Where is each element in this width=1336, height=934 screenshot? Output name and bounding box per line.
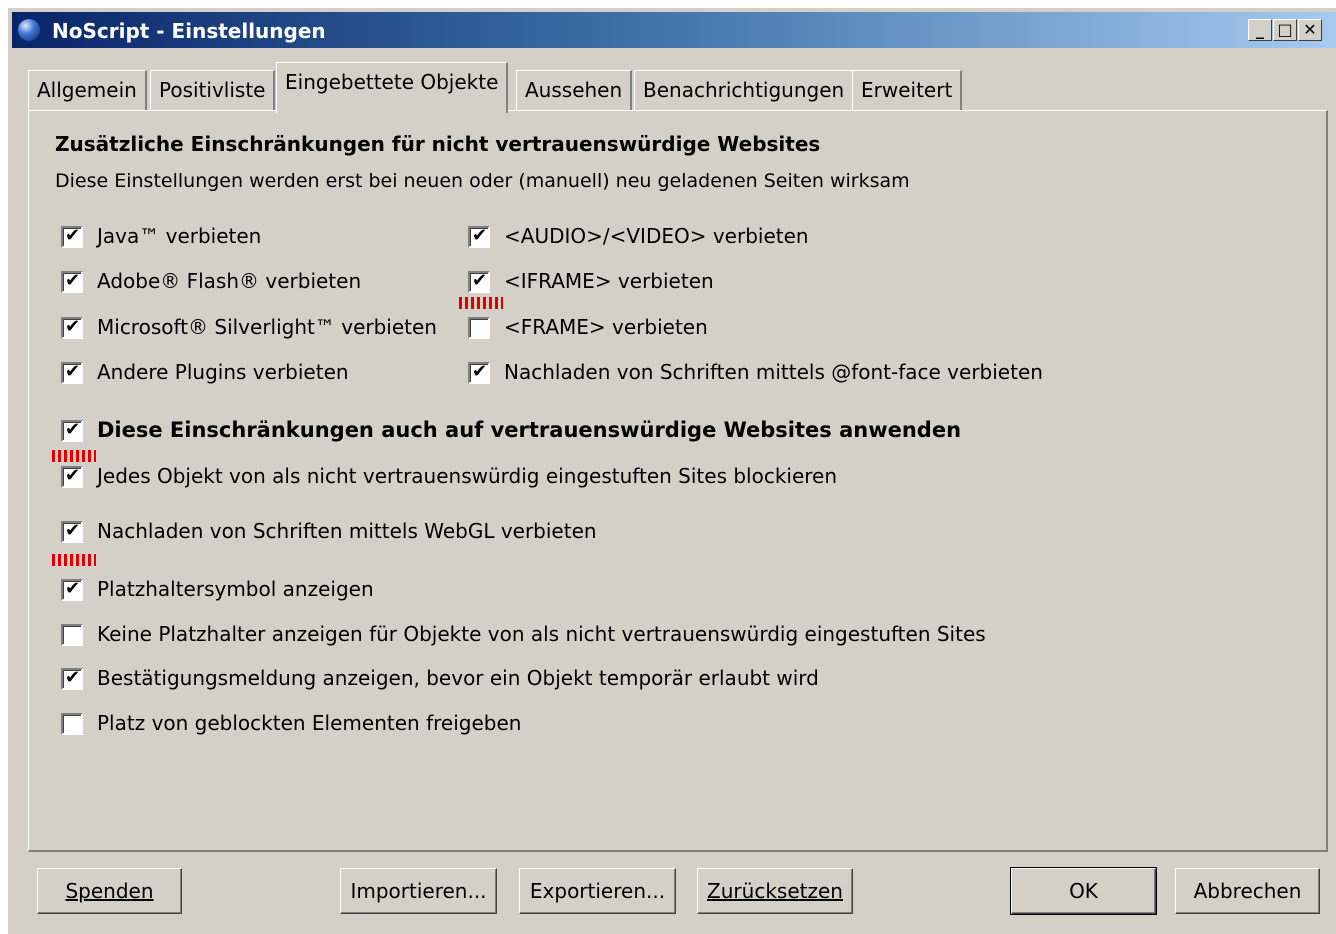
export-button[interactable]: Exportieren... bbox=[519, 868, 676, 914]
cancel-label: Abbrechen bbox=[1193, 879, 1302, 903]
option-label: Nachladen von Schriften mittels @font-fa… bbox=[504, 360, 1043, 384]
checkbox[interactable]: ✔ bbox=[61, 465, 83, 488]
tab-erweitert[interactable]: Erweitert bbox=[852, 70, 963, 110]
checkmark-icon: ✔ bbox=[65, 520, 81, 541]
window-title: NoScript - Einstellungen bbox=[52, 19, 326, 43]
option-label: Andere Plugins verbieten bbox=[97, 360, 349, 384]
checkmark-icon: ✔ bbox=[65, 578, 81, 599]
option-label: Adobe® Flash® verbieten bbox=[97, 269, 362, 293]
annotation-mark bbox=[52, 450, 96, 462]
option-label: Jedes Objekt von als nicht vertrauenswür… bbox=[97, 464, 838, 488]
option-label: <IFRAME> verbieten bbox=[504, 269, 714, 293]
option-label: Microsoft® Silverlight™ verbieten bbox=[97, 315, 437, 339]
checkmark-icon: ✔ bbox=[472, 225, 488, 246]
checkmark-icon: ✔ bbox=[472, 270, 488, 291]
checkbox[interactable]: ✔ bbox=[61, 316, 83, 339]
maximize-icon: □ bbox=[1277, 20, 1293, 39]
checkbox[interactable]: ✔ bbox=[61, 520, 83, 543]
annotation-mark bbox=[52, 554, 96, 566]
ok-button[interactable]: OK bbox=[1010, 867, 1157, 915]
checkmark-icon: ✔ bbox=[65, 225, 81, 246]
checkmark-icon: ✔ bbox=[65, 361, 81, 382]
import-label: Importieren... bbox=[350, 879, 487, 903]
checkmark-icon: ✔ bbox=[65, 316, 81, 337]
checkbox[interactable]: ✔ bbox=[61, 578, 83, 601]
close-icon: ✕ bbox=[1303, 20, 1317, 39]
reset-label: Zurücksetzen bbox=[707, 879, 843, 903]
tab-allgemein[interactable]: Allgemein bbox=[28, 70, 147, 110]
checkbox[interactable]: ✔ bbox=[468, 361, 490, 384]
donate-button[interactable]: Spenden bbox=[37, 868, 182, 914]
checkbox[interactable] bbox=[61, 624, 83, 646]
checkbox[interactable]: ✔ bbox=[468, 270, 490, 293]
noscript-app-icon bbox=[18, 19, 40, 41]
checkmark-icon: ✔ bbox=[65, 667, 81, 688]
checkmark-icon: ✔ bbox=[65, 270, 81, 291]
section-subheading: Diese Einstellungen werden erst bei neue… bbox=[55, 170, 910, 192]
reset-button[interactable]: Zurücksetzen bbox=[697, 868, 853, 914]
close-button[interactable]: ✕ bbox=[1298, 19, 1322, 41]
option-label: Keine Platzhalter anzeigen für Objekte v… bbox=[97, 622, 986, 646]
ok-label: OK bbox=[1069, 879, 1098, 903]
checkbox[interactable] bbox=[61, 713, 83, 735]
minimize-button[interactable]: _ bbox=[1248, 19, 1272, 41]
import-button[interactable]: Importieren... bbox=[340, 868, 497, 914]
tab-benachrichtigungen[interactable]: Benachrichtigungen bbox=[634, 70, 855, 110]
option-label: Java™ verbieten bbox=[97, 224, 262, 248]
option-label: <FRAME> verbieten bbox=[504, 315, 708, 339]
option-label: Platz von geblockten Elementen freigeben bbox=[97, 711, 522, 735]
checkbox[interactable]: ✔ bbox=[61, 270, 83, 293]
section-heading: Zusätzliche Einschränkungen für nicht ve… bbox=[55, 132, 821, 156]
cancel-button[interactable]: Abbrechen bbox=[1175, 868, 1320, 914]
checkmark-icon: ✔ bbox=[472, 361, 488, 382]
checkbox[interactable]: ✔ bbox=[61, 667, 83, 690]
checkbox[interactable] bbox=[468, 317, 490, 339]
annotation-mark bbox=[459, 297, 503, 309]
maximize-button[interactable]: □ bbox=[1273, 19, 1297, 41]
option-label: Platzhaltersymbol anzeigen bbox=[97, 577, 374, 601]
checkbox[interactable]: ✔ bbox=[61, 419, 83, 442]
option-label: Bestätigungsmeldung anzeigen, bevor ein … bbox=[97, 666, 819, 690]
option-label: Nachladen von Schriften mittels WebGL ve… bbox=[97, 519, 597, 543]
export-label: Exportieren... bbox=[529, 879, 666, 903]
checkmark-icon: ✔ bbox=[65, 419, 81, 440]
title-bar[interactable]: NoScript - Einstellungen _ □ ✕ bbox=[12, 12, 1336, 48]
checkbox[interactable]: ✔ bbox=[468, 225, 490, 248]
tab-positivliste[interactable]: Positivliste bbox=[150, 70, 276, 110]
option-label: Diese Einschränkungen auch auf vertrauen… bbox=[97, 418, 962, 442]
donate-label: Spenden bbox=[65, 879, 154, 903]
checkbox[interactable]: ✔ bbox=[61, 361, 83, 384]
tab-eingebettete-objekte[interactable]: Eingebettete Objekte bbox=[276, 62, 509, 113]
tab-aussehen[interactable]: Aussehen bbox=[516, 70, 633, 110]
option-label: <AUDIO>/<VIDEO> verbieten bbox=[504, 224, 809, 248]
minimize-icon: _ bbox=[1256, 20, 1264, 39]
checkmark-icon: ✔ bbox=[65, 465, 81, 486]
checkbox[interactable]: ✔ bbox=[61, 225, 83, 248]
